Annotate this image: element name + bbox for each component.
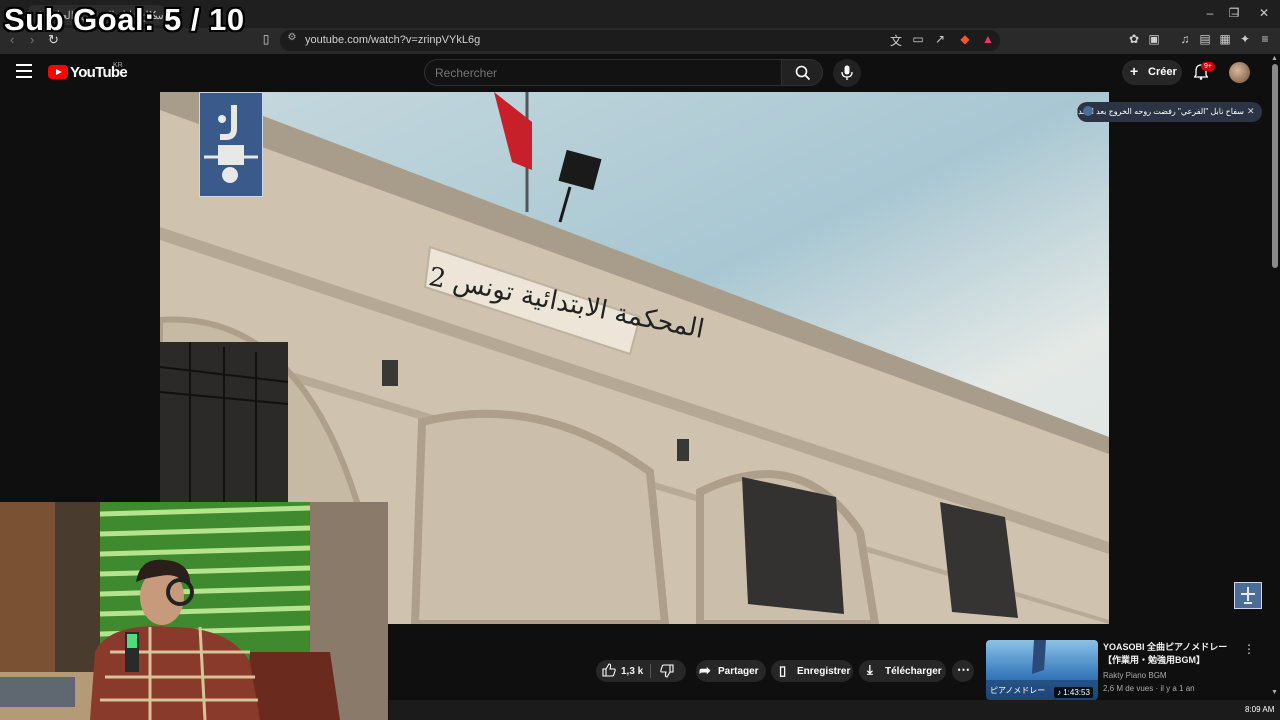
- like-divider: [650, 664, 651, 678]
- share-icon: ➦: [699, 662, 711, 678]
- rewards-icon[interactable]: ▲: [980, 32, 996, 46]
- create-label: Créer: [1148, 66, 1177, 78]
- recommendation-channel[interactable]: Rakty Piano BGM: [1103, 671, 1167, 680]
- reader-icon[interactable]: ▤: [1197, 32, 1213, 46]
- scroll-up-icon[interactable]: ▲: [1271, 55, 1278, 62]
- channel-watermark[interactable]: [199, 92, 263, 197]
- url-text[interactable]: youtube.com/watch?v=zrinpVYkL6g: [305, 34, 480, 46]
- share-button[interactable]: ➦ Partager: [696, 660, 766, 682]
- share-page-icon[interactable]: ↗: [932, 32, 948, 46]
- sub-goal-overlay: Sub Goal: 5 / 10: [4, 2, 245, 37]
- account-avatar[interactable]: [1229, 62, 1250, 83]
- more-actions-button[interactable]: ⋯: [952, 660, 974, 682]
- search-icon: [795, 65, 811, 81]
- bookmark-icon[interactable]: ▯: [258, 32, 274, 46]
- scrollbar-thumb[interactable]: [1272, 64, 1278, 268]
- download-button[interactable]: ⤓ Télécharger: [859, 660, 946, 682]
- search-input[interactable]: [424, 59, 782, 86]
- plus-icon: +: [1130, 63, 1139, 79]
- search-button[interactable]: [781, 59, 823, 86]
- scroll-down-icon[interactable]: ▼: [1271, 689, 1278, 696]
- channel-logo-icon: [204, 105, 258, 183]
- save-label: Enregistrer: [797, 666, 851, 677]
- microphone-icon: [841, 65, 853, 80]
- wallet-icon[interactable]: ▦: [1217, 32, 1233, 46]
- recommendation-title[interactable]: YOASOBI 全曲ピアノメドレー【作業用・勉強用BGM】: [1103, 641, 1235, 667]
- download-label: Télécharger: [885, 666, 942, 677]
- taskbar-clock: 8:09 AM: [1245, 705, 1275, 714]
- recommendation-menu-icon[interactable]: ⋮: [1243, 642, 1255, 656]
- leo-ai-icon[interactable]: ✦: [1237, 32, 1253, 46]
- download-icon: ⤓: [867, 662, 873, 677]
- like-icon[interactable]: [602, 663, 616, 680]
- site-info-icon[interactable]: ⚙: [284, 32, 300, 43]
- channel-branding-badge[interactable]: [1234, 582, 1262, 609]
- close-window-icon[interactable]: ✕: [1249, 6, 1279, 20]
- browser-menu-icon[interactable]: ≡: [1257, 32, 1273, 46]
- webcam-scene: [0, 502, 388, 720]
- close-icon[interactable]: ✕: [1247, 106, 1255, 117]
- channel-badge-icon: [1241, 587, 1255, 604]
- brave-shield-icon[interactable]: ◆: [957, 32, 973, 46]
- youtube-logo-icon[interactable]: [48, 65, 68, 79]
- video-duration: ♪ 1:43:53: [1054, 687, 1093, 698]
- dislike-icon[interactable]: [660, 664, 674, 681]
- notification-count-badge: 9+: [1201, 62, 1215, 71]
- sidebar-panel-icon[interactable]: ▣: [1146, 32, 1162, 46]
- media-icon[interactable]: ♫: [1177, 32, 1193, 46]
- save-button[interactable]: ▯ Enregistrer: [771, 660, 853, 682]
- hamburger-menu-icon[interactable]: [16, 64, 32, 78]
- region-code: KR: [113, 62, 123, 69]
- recommendation-meta: 2,6 M de vues · il y a 1 an: [1103, 684, 1195, 693]
- extensions-icon[interactable]: ✿: [1126, 32, 1142, 46]
- translate-icon[interactable]: 文: [888, 32, 904, 49]
- taskbar: [389, 700, 1280, 720]
- cast-icon[interactable]: ▭: [910, 32, 926, 46]
- create-button[interactable]: + Créer: [1122, 60, 1182, 85]
- share-label: Partager: [718, 666, 759, 677]
- like-count[interactable]: 1,3 k: [621, 666, 643, 677]
- live-notification-chip[interactable]: سفاح نابل "الفرعي" رفضت روحه الخروج بعد …: [1077, 102, 1262, 122]
- duration-value: 1:43:53: [1063, 688, 1090, 697]
- save-icon: ▯: [779, 663, 787, 678]
- thumbnail-text: ピアノメドレー: [990, 686, 1046, 695]
- voice-search-button[interactable]: [833, 59, 861, 87]
- more-dots-icon: ⋯: [957, 662, 970, 677]
- webcam-overlay: [0, 502, 388, 720]
- chip-channel-icon: [1083, 106, 1093, 116]
- maximize-window-icon[interactable]: ❐: [1219, 6, 1249, 20]
